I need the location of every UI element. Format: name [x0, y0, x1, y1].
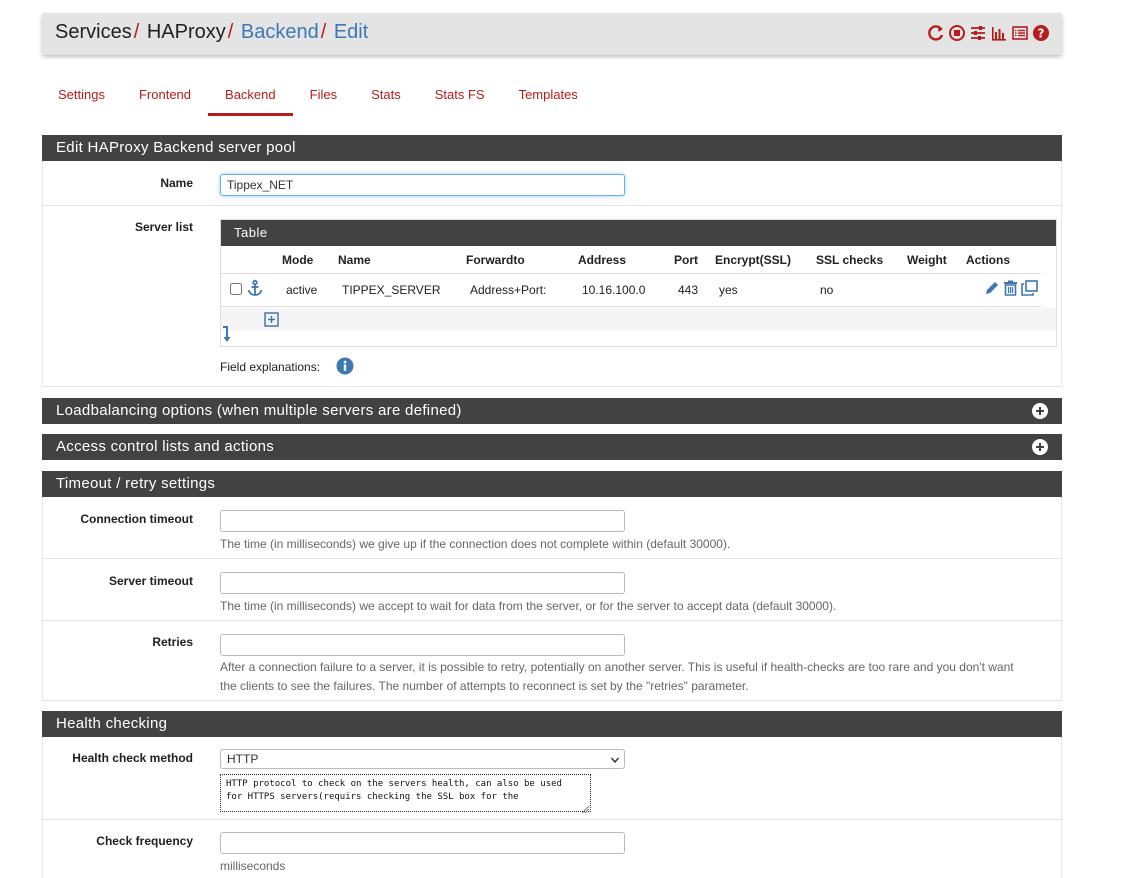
check-frequency-label: Check frequency: [96, 834, 193, 848]
connection-timeout-label: Connection timeout: [80, 512, 193, 526]
breadcrumb-backend[interactable]: Backend: [241, 21, 319, 43]
cell-encrypt: yes: [719, 283, 738, 297]
server-timeout-help: The time (in milliseconds) we accept to …: [220, 599, 837, 613]
tab-stats[interactable]: Stats: [354, 80, 418, 116]
breadcrumb-services[interactable]: Services: [55, 21, 132, 43]
bar-chart-icon[interactable]: [990, 24, 1008, 42]
divider: [43, 620, 1061, 621]
row-select-checkbox[interactable]: [230, 283, 242, 295]
check-frequency-help: milliseconds: [220, 859, 286, 873]
column-header-mode: Mode: [282, 253, 314, 267]
tab-stats-fs[interactable]: Stats FS: [418, 80, 502, 116]
page-header: Services / HAProxy / Backend / Edit ?: [42, 13, 1062, 55]
divider: [221, 273, 1041, 274]
tab-frontend[interactable]: Frontend: [122, 80, 208, 116]
tab-bar: Settings Frontend Backend Files Stats St…: [42, 80, 595, 116]
breadcrumb-separator: /: [320, 21, 327, 43]
breadcrumb: Services / HAProxy / Backend / Edit: [55, 21, 368, 44]
retries-help-line-2: the clients to see the failures. The num…: [220, 679, 749, 693]
retries-label: Retries: [152, 635, 193, 649]
tab-templates[interactable]: Templates: [502, 80, 595, 116]
health-check-method-select[interactable]: HTTP: [220, 749, 625, 769]
server-table-title: Table: [221, 220, 1056, 246]
server-timeout-input[interactable]: [220, 572, 625, 594]
help-icon[interactable]: ?: [1032, 24, 1050, 42]
svg-text:?: ?: [1038, 27, 1045, 41]
cell-ssl-checks: no: [820, 283, 834, 297]
chevron-down-icon: [610, 754, 620, 764]
edit-pencil-icon[interactable]: [984, 280, 1000, 296]
panel-header-loadbalancing[interactable]: Loadbalancing options (when multiple ser…: [42, 398, 1062, 424]
panel-header-health: Health checking: [42, 711, 1062, 737]
column-header-encrypt: Encrypt(SSL): [715, 253, 792, 267]
divider: [43, 819, 1061, 820]
column-header-actions: Actions: [966, 253, 1011, 267]
health-check-method-value: HTTP: [227, 752, 259, 766]
move-down-arrow-icon[interactable]: [221, 325, 233, 343]
tab-files[interactable]: Files: [293, 80, 354, 116]
stop-icon[interactable]: [948, 24, 966, 42]
panel-title-loadbalancing: Loadbalancing options (when multiple ser…: [56, 402, 462, 419]
column-header-forwardto: Forwardto: [466, 253, 525, 267]
panel-title-acl: Access control lists and actions: [56, 438, 275, 455]
expand-plus-icon[interactable]: [1032, 403, 1048, 419]
column-header-weight: Weight: [907, 253, 947, 267]
retries-help-line-1: After a connection failure to a server, …: [220, 660, 1014, 674]
log-list-icon[interactable]: [1011, 24, 1029, 42]
field-explanations-label: Field explanations:: [220, 360, 321, 374]
breadcrumb-haproxy[interactable]: HAProxy: [147, 21, 226, 43]
divider: [221, 306, 1041, 307]
cell-mode: active: [286, 283, 318, 297]
tab-settings[interactable]: Settings: [42, 80, 122, 116]
server-list-table: Table Mode Name Forwardto Address Port E…: [220, 219, 1057, 347]
health-check-method-description[interactable]: HTTP protocol to check on the servers he…: [220, 774, 591, 812]
column-header-address: Address: [578, 253, 627, 267]
column-header-ssl-checks: SSL checks: [816, 253, 884, 267]
cell-forwardto: Address+Port:: [470, 283, 547, 297]
delete-trash-icon[interactable]: [1003, 280, 1018, 296]
table-footer-area: [221, 308, 1056, 330]
name-label: Name: [160, 176, 193, 190]
name-input[interactable]: [220, 174, 625, 196]
anchor-drag-icon[interactable]: [246, 279, 264, 297]
cell-port: 443: [678, 283, 699, 297]
tab-backend[interactable]: Backend: [208, 80, 293, 116]
expand-plus-icon[interactable]: [1032, 439, 1048, 455]
check-frequency-input[interactable]: [220, 832, 625, 854]
panel-header-edit-pool: Edit HAProxy Backend server pool: [42, 135, 1062, 161]
info-icon[interactable]: [336, 357, 354, 375]
column-header-name: Name: [338, 253, 371, 267]
panel-header-acl[interactable]: Access control lists and actions: [42, 434, 1062, 460]
connection-timeout-help: The time (in milliseconds) we give up if…: [220, 537, 731, 551]
breadcrumb-separator: /: [133, 21, 140, 43]
sliders-icon[interactable]: [969, 24, 987, 42]
resize-grip-icon[interactable]: [581, 802, 590, 814]
retries-input[interactable]: [220, 634, 625, 656]
breadcrumb-edit[interactable]: Edit: [334, 21, 368, 43]
health-check-method-label: Health check method: [72, 751, 193, 765]
retries-help: After a connection failure to a server, …: [220, 658, 1055, 696]
copy-icon[interactable]: [1021, 280, 1038, 296]
cell-address: 10.16.100.0: [582, 283, 646, 297]
add-row-icon[interactable]: [264, 312, 279, 327]
header-icons: ?: [927, 24, 1050, 42]
divider: [43, 558, 1061, 559]
cell-name: TIPPEX_SERVER: [342, 283, 441, 297]
server-list-label: Server list: [134, 220, 193, 234]
column-header-port: Port: [674, 253, 698, 267]
breadcrumb-separator: /: [227, 21, 234, 43]
restart-icon[interactable]: [927, 24, 945, 42]
connection-timeout-input[interactable]: [220, 510, 625, 532]
server-timeout-label: Server timeout: [108, 574, 193, 588]
divider: [43, 205, 1061, 206]
panel-header-timeout: Timeout / retry settings: [42, 471, 1062, 497]
